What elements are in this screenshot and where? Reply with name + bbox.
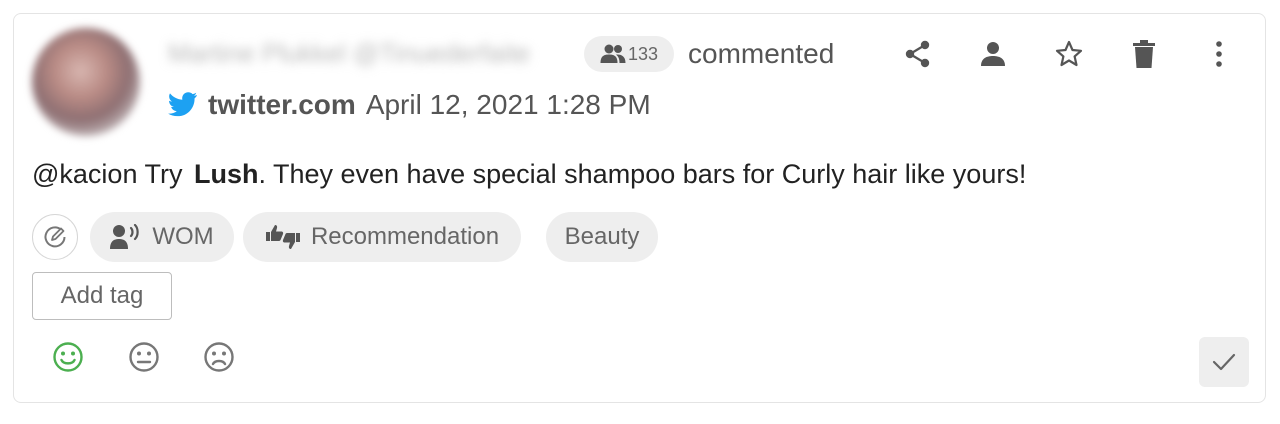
post-date: April 12, 2021 1:28 PM (365, 89, 651, 120)
star-icon[interactable] (1053, 38, 1085, 70)
sentiment-positive[interactable] (51, 340, 85, 374)
author-name[interactable]: Martine Plukkel @Tinuederfaite (168, 38, 530, 68)
tag-chip-wom[interactable]: WOM (90, 212, 234, 262)
trash-icon[interactable] (1128, 38, 1160, 70)
frown-icon (204, 342, 234, 372)
post-text-brand[interactable]: Lush (194, 159, 259, 189)
tag-chip-beauty[interactable]: Beauty (546, 212, 658, 262)
smile-icon (53, 342, 83, 372)
more-vertical-icon[interactable] (1203, 38, 1235, 70)
neutral-face-icon (129, 342, 159, 372)
followers-count: 133 (627, 43, 659, 64)
edit-circle-icon (44, 226, 66, 248)
sentiment-negative[interactable] (202, 340, 236, 374)
check-icon (1212, 353, 1236, 371)
tag-chip-label: Beauty (564, 223, 640, 250)
people-icon (600, 44, 626, 63)
person-icon[interactable] (977, 38, 1009, 70)
speaker-person-icon (110, 224, 140, 249)
share-icon[interactable] (902, 38, 934, 70)
tag-chip-label: WOM (152, 223, 214, 250)
source-site[interactable]: twitter.com (208, 88, 356, 122)
post-text-before: @kacion Try (32, 159, 183, 189)
avatar[interactable] (32, 28, 140, 136)
tag-chip-recommendation[interactable]: Recommendation (243, 212, 521, 262)
post-source: twitter.com April 12, 2021 1:28 PM (168, 88, 651, 122)
edit-tags-button[interactable] (32, 214, 78, 260)
post-text: @kacion Try Lush. They even have special… (32, 156, 1026, 192)
twitter-icon (168, 92, 197, 117)
sentiment-neutral[interactable] (127, 340, 161, 374)
post-action: commented (688, 38, 835, 69)
followers-badge: 133 (584, 36, 674, 72)
mark-done-button[interactable] (1199, 337, 1249, 387)
add-tag-button[interactable]: Add tag (32, 272, 172, 320)
tag-chip-label: Recommendation (310, 223, 500, 250)
thumbs-up-down-icon (265, 225, 300, 249)
post-text-after: . They even have special shampoo bars fo… (258, 159, 1027, 189)
